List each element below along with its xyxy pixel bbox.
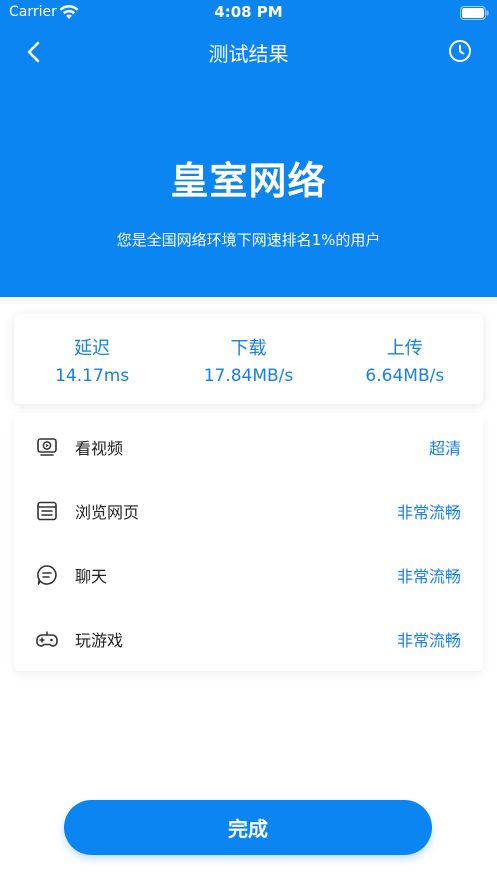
list-item-value: 超清 bbox=[428, 439, 461, 458]
chat-icon bbox=[36, 564, 58, 586]
list-item-value: 非常流畅 bbox=[396, 503, 461, 522]
stat-download: 下载 17.84MB/s bbox=[170, 314, 326, 404]
list-item-label: 聊天 bbox=[75, 567, 108, 586]
stat-value: 17.84MB/s bbox=[203, 366, 294, 386]
back-button[interactable] bbox=[16, 36, 50, 68]
stat-label: 上传 bbox=[386, 338, 423, 359]
chevron-left-icon bbox=[27, 41, 40, 63]
list-item-value: 非常流畅 bbox=[396, 631, 461, 650]
header-banner: Carrier 4:08 PM 测试结果 皇室网络 您是全国网络环境下网速排名1… bbox=[0, 0, 497, 297]
list-item-label: 看视频 bbox=[75, 439, 124, 458]
speed-stats-card: 延迟 14.17ms 下载 17.84MB/s 上传 6.64MB/s bbox=[14, 314, 483, 404]
stat-value: 6.64MB/s bbox=[365, 366, 445, 386]
stat-value: 14.17ms bbox=[55, 366, 130, 386]
list-item-game[interactable]: 玩游戏 非常流畅 bbox=[14, 607, 483, 671]
nav-bar: 测试结果 bbox=[0, 30, 497, 74]
video-icon bbox=[36, 436, 58, 458]
history-button[interactable] bbox=[444, 35, 476, 67]
battery-icon bbox=[460, 5, 489, 20]
stat-label: 延迟 bbox=[74, 338, 111, 359]
stat-upload: 上传 6.64MB/s bbox=[327, 314, 483, 404]
list-item-browse[interactable]: 浏览网页 非常流畅 bbox=[14, 479, 483, 543]
list-item-label: 玩游戏 bbox=[75, 631, 124, 650]
ranking-subtitle: 您是全国网络环境下网速排名1%的用户 bbox=[116, 231, 381, 249]
stat-label: 下载 bbox=[230, 338, 267, 359]
list-item-label: 浏览网页 bbox=[75, 503, 140, 522]
gamepad-icon bbox=[36, 628, 58, 650]
activity-list: 看视频 超清 浏览网页 非常流畅 聊天 非常流畅 玩游戏 非常流畅 bbox=[14, 413, 483, 671]
status-bar: Carrier 4:08 PM bbox=[0, 0, 497, 28]
clock-icon bbox=[449, 40, 471, 62]
list-item-value: 非常流畅 bbox=[396, 567, 461, 586]
list-item-chat[interactable]: 聊天 非常流畅 bbox=[14, 543, 483, 607]
done-button[interactable]: 完成 bbox=[64, 800, 432, 855]
browser-icon bbox=[36, 500, 58, 522]
status-time: 4:08 PM bbox=[214, 3, 283, 21]
stat-latency: 延迟 14.17ms bbox=[14, 314, 170, 404]
page-title: 测试结果 bbox=[208, 42, 289, 66]
list-item-video[interactable]: 看视频 超清 bbox=[14, 415, 483, 479]
network-quality-title: 皇室网络 bbox=[170, 159, 327, 203]
